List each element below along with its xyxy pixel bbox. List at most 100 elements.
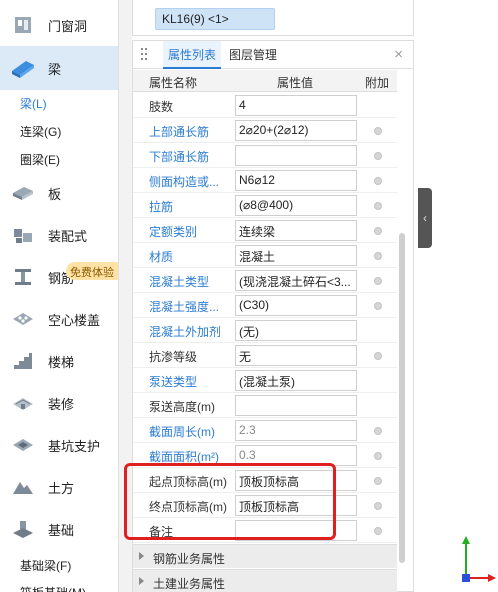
- table-row: 混凝土外加剂 (无): [133, 318, 397, 343]
- table-row: 下部通长筋: [133, 143, 397, 168]
- property-value-input[interactable]: (⌀8@400): [235, 195, 357, 216]
- sidebar-item-label: 基坑支护: [48, 438, 101, 454]
- property-value-input[interactable]: 4: [235, 95, 357, 116]
- property-name: 混凝土外加剂: [149, 325, 222, 339]
- add-checkbox[interactable]: [374, 177, 382, 185]
- highlight-box: [124, 463, 336, 540]
- sidebar-item-label: 梁: [48, 61, 62, 77]
- add-checkbox[interactable]: [374, 202, 382, 210]
- column-header-value: 属性值: [277, 76, 314, 90]
- sidebar-item-foundation[interactable]: 基础: [0, 508, 118, 550]
- collapse-panel-icon[interactable]: ‹: [418, 188, 432, 248]
- sidebar-item-slab[interactable]: 板: [0, 172, 118, 214]
- sidebar-item-decoration[interactable]: 装修: [0, 382, 118, 424]
- table-row: 拉筋 (⌀8@400): [133, 193, 397, 218]
- sidebar-item-stairs[interactable]: 楼梯: [0, 340, 118, 382]
- sidebar-item-label: 空心楼盖: [48, 312, 101, 328]
- table-row: 混凝土类型 (现浇混凝土碎石<3...: [133, 268, 397, 293]
- property-value-input[interactable]: (混凝土泵): [235, 370, 357, 391]
- add-checkbox[interactable]: [374, 127, 382, 135]
- property-name: 上部通长筋: [149, 125, 210, 139]
- table-row: 混凝土强度... (C30): [133, 293, 397, 318]
- property-name: 混凝土强度...: [149, 300, 220, 314]
- add-checkbox[interactable]: [374, 252, 382, 260]
- tab-layer-management[interactable]: 图层管理: [225, 41, 293, 69]
- hollow-floor-icon: [10, 308, 36, 330]
- property-name: 定额类别: [149, 225, 198, 239]
- sidebar-item-label: 土方: [48, 480, 75, 496]
- property-name: 泵送高度(m): [149, 400, 215, 414]
- sidebar-item-beam[interactable]: 梁: [0, 46, 118, 90]
- property-name: 肢数: [149, 100, 174, 114]
- column-header-name: 属性名称: [149, 76, 198, 90]
- table-row: 抗渗等级 无: [133, 343, 397, 368]
- property-value-input[interactable]: [235, 395, 357, 416]
- property-value-input[interactable]: 2⌀20+(2⌀12): [235, 120, 357, 141]
- tab-property-list[interactable]: 属性列表: [163, 41, 221, 69]
- add-checkbox[interactable]: [374, 277, 382, 285]
- add-checkbox[interactable]: [374, 152, 382, 160]
- property-value-input[interactable]: 无: [235, 345, 357, 366]
- add-checkbox[interactable]: [374, 452, 382, 460]
- property-name: 侧面构造或...: [149, 175, 220, 189]
- property-name: 下部通长筋: [149, 150, 210, 164]
- property-value-input[interactable]: 2.3: [235, 420, 357, 441]
- close-icon[interactable]: ×: [394, 41, 403, 69]
- sidebar-subitem-foundation-beam[interactable]: 基础梁(F): [20, 557, 71, 574]
- selected-element-item[interactable]: KL16(9) <1>: [155, 8, 275, 30]
- table-row: 截面周长(m) 2.3: [133, 418, 397, 443]
- prefab-icon: [10, 224, 36, 246]
- sidebar-item-label: 装配式: [48, 228, 88, 244]
- property-name: 材质: [149, 250, 174, 264]
- add-checkbox[interactable]: [374, 477, 382, 485]
- sidebar-item-label: 楼梯: [48, 354, 75, 370]
- slab-icon: [10, 182, 36, 204]
- sidebar-subitem-raft-foundation[interactable]: 筏板基础(M): [20, 584, 86, 592]
- door-window-icon: [10, 14, 36, 36]
- group-label: 钢筋业务属性: [153, 552, 226, 566]
- property-value-input[interactable]: N6⌀12: [235, 170, 357, 191]
- property-value-input[interactable]: 连续梁: [235, 220, 357, 241]
- sidebar-item-earthwork[interactable]: 土方: [0, 466, 118, 508]
- table-row: 定额类别 连续梁: [133, 218, 397, 243]
- decoration-icon: [10, 392, 36, 414]
- add-checkbox[interactable]: [374, 427, 382, 435]
- add-checkbox[interactable]: [374, 527, 382, 535]
- group-civil-properties[interactable]: 土建业务属性: [133, 569, 397, 592]
- vertical-scrollbar[interactable]: [399, 233, 405, 563]
- group-steel-properties[interactable]: 钢筋业务属性: [133, 544, 397, 568]
- property-name: 泵送类型: [149, 375, 198, 389]
- sidebar-item-prefab[interactable]: 装配式: [0, 214, 118, 256]
- add-checkbox[interactable]: [374, 227, 382, 235]
- property-name: 混凝土类型: [149, 275, 210, 289]
- property-value-input[interactable]: (现浇混凝土碎石<3...: [235, 270, 357, 291]
- foundation-icon: [10, 518, 36, 540]
- drag-handle-icon[interactable]: [141, 48, 149, 62]
- sidebar-item-label: 基础: [48, 522, 75, 538]
- table-row: 材质 混凝土: [133, 243, 397, 268]
- property-value-input[interactable]: [235, 145, 357, 166]
- property-value-input[interactable]: (C30): [235, 295, 357, 316]
- property-value-input[interactable]: (无): [235, 320, 357, 341]
- table-row: 侧面构造或... N6⌀12: [133, 168, 397, 193]
- earthwork-icon: [10, 476, 36, 498]
- promo-badge[interactable]: 免费体验: [66, 262, 118, 280]
- table-row: 泵送高度(m): [133, 393, 397, 418]
- component-sidebar: 门窗洞 梁 梁(L) 连梁(G) 圈梁(E) 板 装配式 钢筋 免费体验 空心楼…: [0, 0, 118, 592]
- sidebar-item-pit-support[interactable]: 基坑支护: [0, 424, 118, 466]
- sidebar-subitem-beam-l[interactable]: 梁(L): [20, 95, 47, 112]
- sidebar-item-door-window[interactable]: 门窗洞: [0, 4, 118, 46]
- sidebar-subitem-link-beam[interactable]: 连梁(G): [20, 123, 61, 140]
- beam-icon: [10, 57, 36, 79]
- property-name: 截面周长(m): [149, 425, 215, 439]
- table-row: 肢数 4: [133, 93, 397, 118]
- add-checkbox[interactable]: [374, 302, 382, 310]
- add-checkbox[interactable]: [374, 502, 382, 510]
- add-checkbox[interactable]: [374, 352, 382, 360]
- axis-gizmo-icon: [462, 536, 496, 582]
- sidebar-item-hollow-floor[interactable]: 空心楼盖: [0, 298, 118, 340]
- property-value-input[interactable]: 混凝土: [235, 245, 357, 266]
- expand-triangle-icon: [139, 552, 144, 560]
- sidebar-subitem-ring-beam[interactable]: 圈梁(E): [20, 151, 60, 168]
- stairs-icon: [10, 350, 36, 372]
